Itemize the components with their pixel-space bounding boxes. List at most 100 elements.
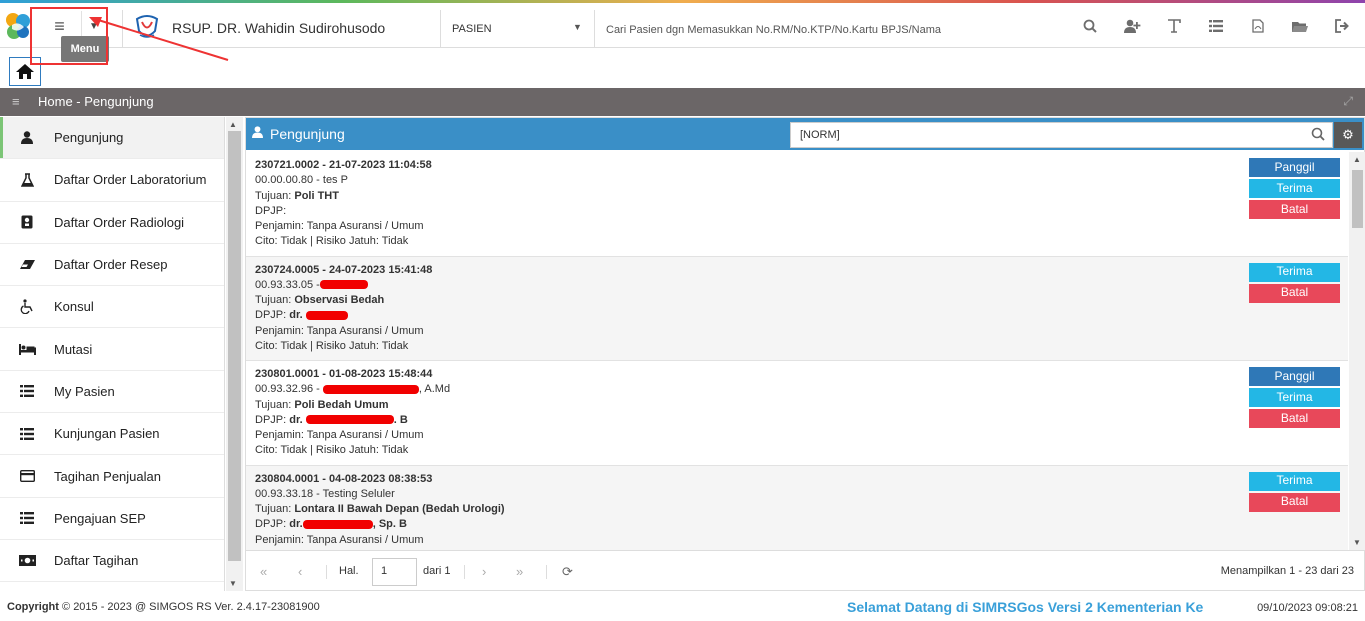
penjamin-line: Penjamin: Tanpa Asuransi / Umum (255, 533, 424, 546)
sidebar-item-konsul[interactable]: Konsul (0, 286, 224, 329)
expand-icon[interactable]: ⤢ (1343, 94, 1353, 109)
sidebar-item-order-resep[interactable]: Daftar Order Resep (0, 244, 224, 287)
caret-down-icon[interactable]: ▼ (573, 22, 582, 32)
divider (440, 10, 441, 48)
home-icon (16, 64, 34, 79)
list-item: 230801.0001 - 01-08-2023 15:48:44 00.93.… (246, 361, 1348, 466)
patient-suffix: , A.Md (418, 383, 451, 396)
sidebar-item-order-lab[interactable]: Daftar Order Laboratorium (0, 159, 224, 202)
entry-actions: Terima Batal (1249, 262, 1340, 303)
add-user-icon[interactable] (1123, 17, 1141, 35)
first-page-icon[interactable]: « (260, 564, 267, 579)
search-icon[interactable] (1311, 127, 1325, 144)
patient-line: 00.00.00.80 - tes P (255, 174, 348, 187)
search-type-select[interactable]: PASIEN (452, 23, 492, 35)
terima-button[interactable]: Terima (1249, 262, 1340, 282)
patient-line: 00.93.33.05 - (255, 278, 320, 291)
patient-line: 00.93.32.96 - (255, 383, 320, 396)
batal-button[interactable]: Batal (1249, 200, 1340, 219)
sidebar-item-pengajuan-sep[interactable]: Pengajuan SEP (0, 498, 224, 540)
footer: Copyright © 2015 - 2023 @ SIMGOS RS Ver.… (0, 593, 1365, 621)
cito-line: Cito: Tidak | Risiko Jatuh: Tidak (255, 235, 409, 248)
pagination-bar: « ‹ Hal. 1 dari 1 › » ⟳ Menampilkan 1 - … (246, 550, 1364, 590)
sidebar-scrollbar[interactable]: ▲ ▼ (226, 117, 243, 591)
batal-button[interactable]: Batal (1249, 492, 1340, 512)
settings-button[interactable]: ⚙ (1334, 122, 1362, 148)
terima-button[interactable]: Terima (1249, 388, 1340, 407)
next-page-icon[interactable]: › (482, 564, 486, 579)
tujuan-value: Poli THT (294, 189, 339, 202)
panggil-button[interactable]: Panggil (1249, 367, 1340, 386)
sidebar-item-label: Konsul (54, 299, 94, 315)
scrollbar-thumb[interactable] (228, 131, 241, 561)
list-icon (0, 427, 54, 440)
last-page-icon[interactable]: » (516, 564, 523, 579)
hamburger-icon: ≡ (54, 15, 65, 36)
gear-icon: ⚙ (1342, 127, 1354, 142)
redaction-mark (319, 280, 368, 290)
redaction-mark (305, 310, 348, 320)
tujuan-label: Tujuan: (255, 294, 292, 307)
scroll-up-icon[interactable]: ▲ (229, 120, 237, 129)
refresh-icon[interactable]: ⟳ (562, 564, 573, 580)
terima-button[interactable]: Terima (1249, 179, 1340, 198)
home-button[interactable] (9, 57, 41, 86)
sidebar-item-daftar-tagihan[interactable]: Daftar Tagihan (0, 540, 224, 583)
visit-id: 230721.0002 - 21-07-2023 11:04:58 (255, 159, 432, 171)
terima-button[interactable]: Terima (1249, 471, 1340, 491)
list-item: 230804.0001 - 04-08-2023 08:38:53 00.93.… (246, 465, 1348, 550)
list-scrollbar[interactable]: ▲ ▼ (1349, 152, 1365, 550)
wheelchair-icon (0, 299, 54, 315)
batal-button[interactable]: Batal (1249, 283, 1340, 303)
copyright-icon: © (62, 601, 71, 613)
list-icon (0, 512, 54, 525)
list-icon[interactable] (1207, 17, 1225, 35)
sidebar-item-pengunjung[interactable]: Pengunjung (0, 117, 224, 160)
scroll-up-icon[interactable]: ▲ (1353, 155, 1361, 164)
copyright-label: Copyright (7, 601, 59, 613)
tujuan-label: Tujuan: (255, 503, 292, 516)
divider (464, 565, 465, 579)
panggil-button[interactable]: Panggil (1249, 158, 1340, 177)
folder-icon[interactable] (1291, 17, 1309, 35)
sidebar-item-label: Pengajuan SEP (54, 510, 146, 526)
toolbar-icons (1081, 17, 1351, 35)
prev-page-icon[interactable]: ‹ (298, 564, 302, 579)
dpjp-suffix: . B (393, 413, 408, 426)
redaction-mark (302, 519, 373, 529)
sidebar-item-mutasi[interactable]: Mutasi (0, 328, 224, 371)
penjamin-line: Penjamin: Tanpa Asuransi / Umum (255, 429, 424, 442)
patient-search-input[interactable]: Cari Pasien dgn Memasukkan No.RM/No.KTP/… (606, 24, 941, 36)
dpjp-value: dr. (289, 309, 303, 322)
sidebar-item-kunjungan-pasien[interactable]: Kunjungan Pasien (0, 413, 224, 456)
dpjp-value: dr. (289, 518, 303, 531)
page-total: dari 1 (423, 565, 451, 577)
divider (594, 10, 595, 48)
pdf-icon[interactable] (1249, 17, 1267, 35)
list-icon (0, 385, 54, 398)
text-icon[interactable] (1165, 17, 1183, 35)
dpjp-label: DPJP: (255, 309, 287, 322)
filter-input[interactable]: [NORM] (790, 122, 1333, 148)
sidebar-item-tagihan-penjualan[interactable]: Tagihan Penjualan (0, 455, 224, 498)
scrollbar-thumb[interactable] (1352, 170, 1363, 228)
eraser-icon (0, 259, 54, 270)
bed-icon (0, 343, 54, 355)
logout-icon[interactable] (1333, 17, 1351, 35)
patient-line: 00.93.33.18 - Testing Seluler (255, 487, 395, 500)
sidebar-item-my-pasien[interactable]: My Pasien (0, 371, 224, 414)
pengunjung-panel: Pengunjung [NORM] ⚙ 230721.0002 - 21-07-… (245, 117, 1365, 591)
cito-line: Cito: Tidak | Risiko Jatuh: Tidak (255, 444, 409, 457)
search-icon[interactable] (1081, 17, 1099, 35)
scroll-down-icon[interactable]: ▼ (229, 579, 237, 588)
breadcrumb-menu-icon[interactable]: ≡ (12, 94, 20, 109)
visit-id: 230724.0005 - 24-07-2023 15:41:48 (255, 263, 433, 276)
dpjp-value: dr. (289, 413, 303, 426)
batal-button[interactable]: Batal (1249, 409, 1340, 428)
list-item: 230724.0005 - 24-07-2023 15:41:48 00.93.… (246, 256, 1348, 361)
page-input[interactable]: 1 (372, 558, 417, 586)
sidebar-item-order-radiologi[interactable]: Daftar Order Radiologi (0, 202, 224, 244)
sidebar-item-label: Daftar Order Resep (54, 257, 168, 273)
scroll-down-icon[interactable]: ▼ (1353, 538, 1361, 547)
sidebar: Pengunjung Daftar Order Laboratorium Daf… (0, 117, 225, 591)
